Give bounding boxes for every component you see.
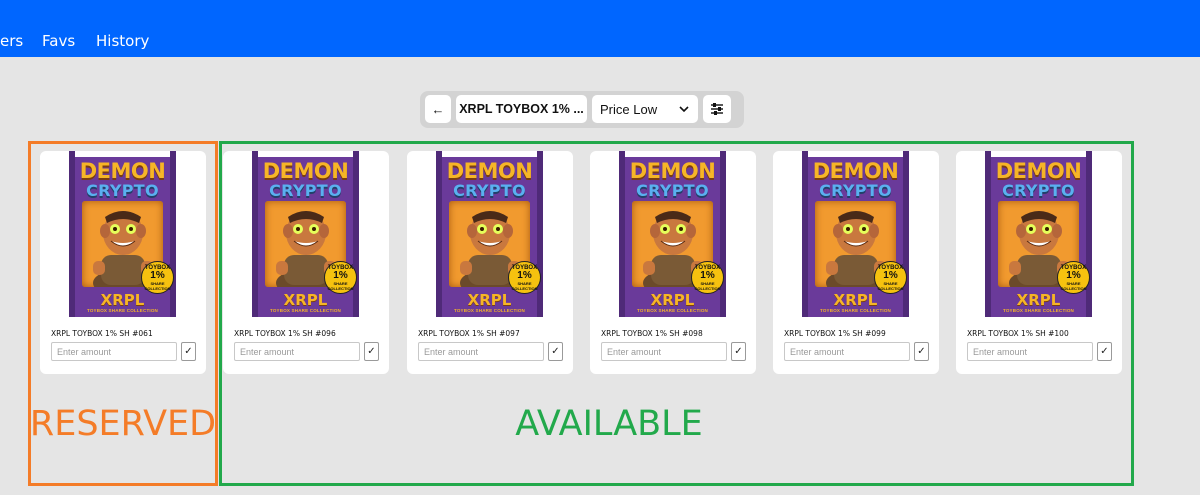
top-nav-bar: ers Favs History [0,0,1200,57]
chevron-down-icon [679,106,689,113]
sort-dropdown[interactable]: Price Low [592,95,698,123]
sort-value: Price Low [600,101,658,117]
nav-item-partial[interactable]: ers [0,32,23,50]
sliders-icon [711,103,723,115]
collection-selector[interactable]: XRPL TOYBOX 1% ... [456,95,587,123]
collection-label: XRPL TOYBOX 1% ... [459,102,584,116]
filter-settings-button[interactable] [703,95,731,123]
back-button[interactable]: ← [425,95,451,123]
arrow-left-icon: ← [431,101,445,117]
reserved-annotation: RESERVED [29,404,217,444]
nav-item-history[interactable]: History [96,32,149,50]
filter-toolbar: ← XRPL TOYBOX 1% ... Price Low [420,91,744,128]
available-annotation: AVAILABLE [515,404,703,444]
nav-item-favs[interactable]: Favs [42,32,75,50]
